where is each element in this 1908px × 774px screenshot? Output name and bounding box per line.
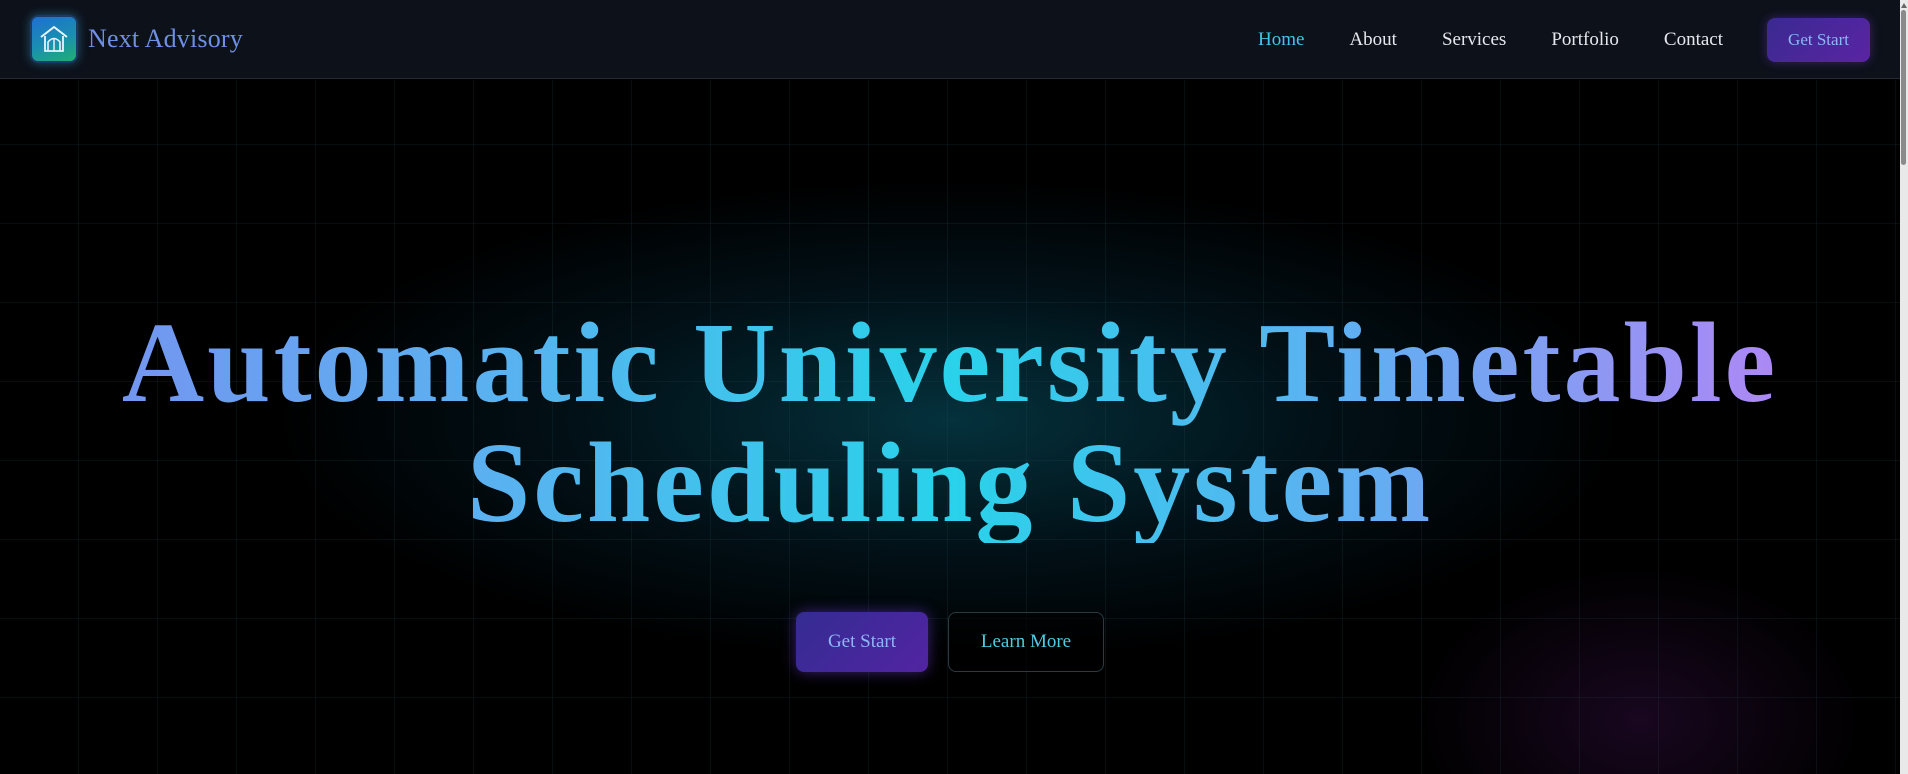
nav-about[interactable]: About: [1349, 29, 1397, 51]
hero-actions: Get Start Learn More: [796, 612, 1104, 672]
nav-services[interactable]: Services: [1442, 29, 1506, 51]
brand-name: Next Advisory: [88, 24, 243, 53]
nav-contact[interactable]: Contact: [1664, 29, 1723, 51]
page-scrollbar[interactable]: [1900, 0, 1908, 774]
landing-page: Next Advisory Home About Services Portfo…: [0, 0, 1908, 774]
header-get-start-button[interactable]: Get Start: [1767, 17, 1870, 62]
hero-title: Automatic University Timetable Schedulin…: [0, 303, 1900, 543]
scrollbar-thumb[interactable]: [1901, 10, 1906, 165]
hero-title-line-2: Scheduling System: [466, 419, 1434, 546]
nav-portfolio[interactable]: Portfolio: [1551, 29, 1619, 51]
get-start-button[interactable]: Get Start: [796, 612, 928, 672]
brand[interactable]: Next Advisory: [30, 14, 243, 64]
hero-title-line-1: Automatic University Timetable: [121, 299, 1779, 426]
main-nav: Home About Services Portfolio Contact Ge…: [1258, 0, 1900, 79]
scroll-up-arrow-icon[interactable]: [1901, 3, 1907, 8]
nav-home[interactable]: Home: [1258, 29, 1304, 51]
top-navbar: Next Advisory Home About Services Portfo…: [0, 0, 1900, 79]
house-logo-icon: [30, 15, 78, 63]
learn-more-button[interactable]: Learn More: [948, 612, 1104, 672]
